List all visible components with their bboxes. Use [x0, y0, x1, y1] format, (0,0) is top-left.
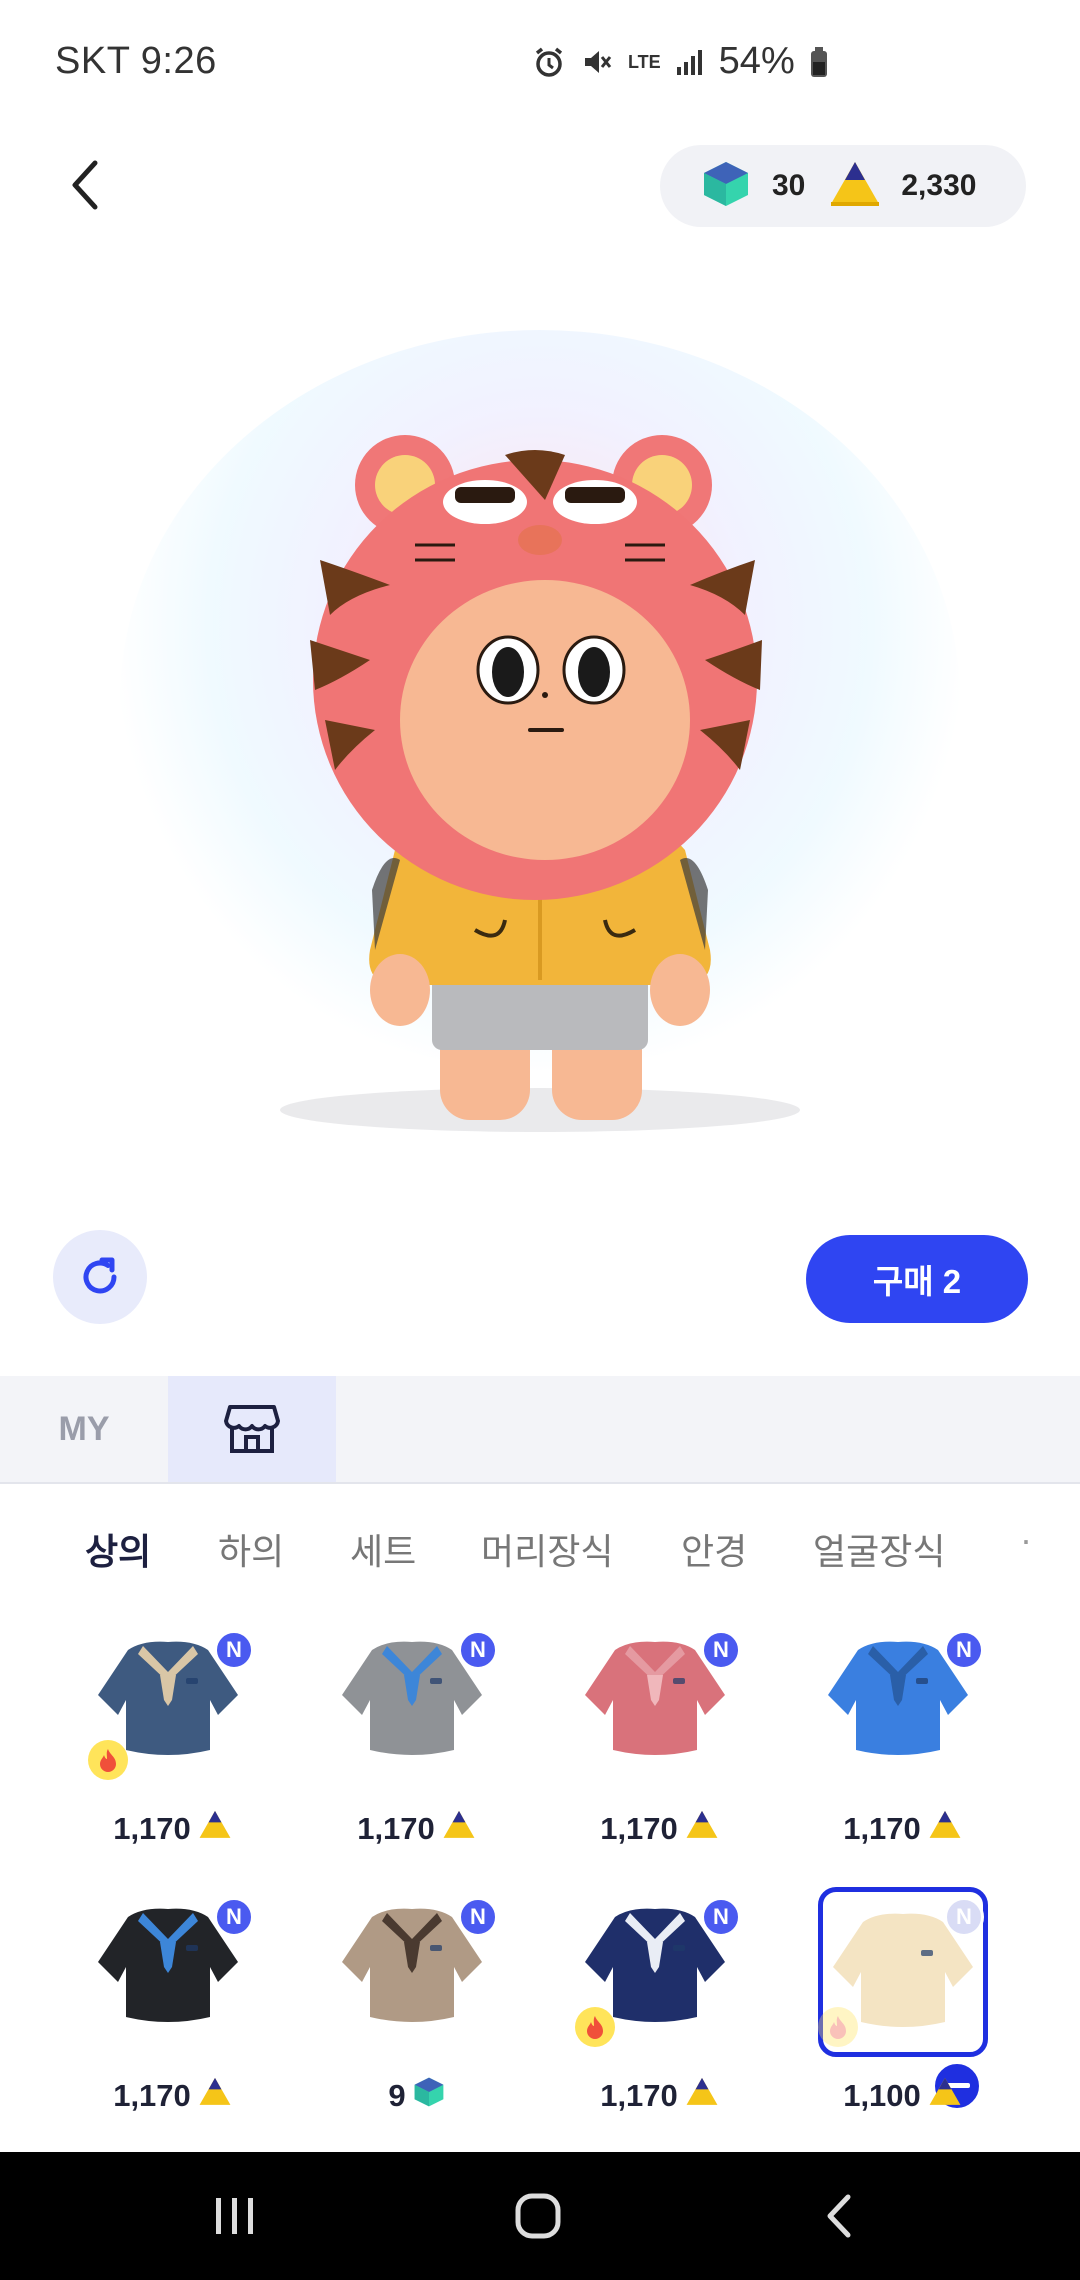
category-tab-face-accessory[interactable]: 얼굴장식: [813, 1523, 945, 1575]
price-value: 1,170: [600, 1811, 678, 1846]
item-price: 1,170: [818, 1808, 988, 1850]
category-tab-bottom[interactable]: 하의: [218, 1523, 284, 1575]
buy-button[interactable]: 구매 2: [806, 1235, 1028, 1323]
shop-item[interactable]: N 1,100: [818, 1887, 988, 2117]
alarm-icon: [532, 45, 566, 79]
category-overflow-indicator: ·: [1020, 1519, 1032, 1560]
battery-text: 54%: [718, 40, 795, 82]
back-nav-icon: [827, 2194, 851, 2238]
item-price: 1,170: [88, 2075, 258, 2117]
tab-my[interactable]: MY: [0, 1376, 168, 1482]
category-tab-glasses[interactable]: 안경: [681, 1523, 747, 1575]
coin-icon: [827, 158, 883, 215]
coin-icon: [927, 2075, 963, 2117]
signal-icon: [675, 47, 705, 77]
fire-icon: [88, 1740, 128, 1780]
price-value: 1,170: [357, 1811, 435, 1846]
new-badge: N: [458, 1897, 498, 1937]
refresh-icon: [83, 1257, 117, 1294]
fire-icon: [575, 2007, 615, 2047]
recent-apps-button[interactable]: [175, 2182, 295, 2250]
coin-icon: [197, 2075, 233, 2117]
mute-icon: [580, 45, 614, 79]
item-price: 1,170: [332, 1808, 502, 1850]
back-nav-button[interactable]: [780, 2182, 900, 2250]
reset-button[interactable]: [53, 1230, 147, 1324]
shop-icon: [224, 1405, 280, 1453]
category-tabs: 상의 하의 세트 머리장식 안경 얼굴장식 ·: [0, 1505, 1080, 1585]
new-badge: N: [944, 1630, 984, 1670]
wallet-pill[interactable]: 30 2,330: [660, 145, 1026, 227]
battery-icon: [809, 46, 829, 78]
item-price: 1,170: [575, 1808, 745, 1850]
coin-icon: [684, 1808, 720, 1850]
coin-count: 2,330: [901, 169, 977, 202]
home-icon: [515, 2193, 561, 2239]
price-value: 1,170: [600, 2078, 678, 2113]
system-nav-bar: [0, 2152, 1080, 2280]
gem-icon: [412, 2075, 446, 2117]
status-carrier-time: SKT 9:26: [55, 40, 217, 82]
shop-item[interactable]: N 1,170: [88, 1620, 258, 1850]
coin-icon: [684, 2075, 720, 2117]
gem-count: 30: [772, 169, 806, 202]
shop-item[interactable]: N 1,170: [88, 1887, 258, 2117]
new-badge: N: [701, 1897, 741, 1937]
category-tab-set[interactable]: 세트: [350, 1523, 416, 1575]
chevron-left-icon: [72, 160, 98, 210]
status-icons: LTE 54%: [532, 40, 829, 83]
category-tab-top[interactable]: 상의: [85, 1523, 151, 1575]
item-price: 1,170: [88, 1808, 258, 1850]
recent-apps-icon: [216, 2198, 253, 2234]
item-price: 1,170: [575, 2075, 745, 2117]
home-button[interactable]: [478, 2182, 598, 2250]
new-badge: N: [214, 1897, 254, 1937]
back-button[interactable]: [50, 145, 120, 225]
fire-icon: [818, 2007, 858, 2047]
status-bar: SKT 9:26 LTE 54%: [0, 0, 1080, 130]
new-badge: N: [458, 1630, 498, 1670]
price-value: 1,170: [843, 1811, 921, 1846]
new-badge: N: [944, 1897, 984, 1937]
gem-icon: [700, 158, 752, 215]
category-tab-hair-accessory[interactable]: 머리장식: [481, 1523, 613, 1575]
price-value: 1,170: [113, 1811, 191, 1846]
coin-icon: [441, 1808, 477, 1850]
avatar-figure: [280, 435, 800, 1132]
item-price: 9: [332, 2075, 502, 2117]
coin-icon: [927, 1808, 963, 1850]
shop-item[interactable]: N 1,170: [332, 1620, 502, 1850]
item-grid: N 1,170 N 1,170 N 1,170 N 1,170 N 1,170 N 9 N 1,170 N 1…: [0, 1620, 1080, 2150]
new-badge: N: [701, 1630, 741, 1670]
avatar-stage[interactable]: [0, 250, 1080, 1150]
new-badge: N: [214, 1630, 254, 1670]
shop-item[interactable]: N9: [332, 1887, 502, 2117]
shop-item[interactable]: N 1,170: [818, 1620, 988, 1850]
price-value: 1,100: [843, 2078, 921, 2113]
shop-item[interactable]: N 1,170: [575, 1620, 745, 1850]
mode-tab-bar: MY: [0, 1376, 1080, 1484]
shop-item[interactable]: N 1,170: [575, 1887, 745, 2117]
coin-icon: [197, 1808, 233, 1850]
tab-shop[interactable]: [168, 1376, 336, 1482]
price-value: 9: [388, 2078, 406, 2113]
item-price: 1,100: [818, 2075, 988, 2117]
price-value: 1,170: [113, 2078, 191, 2113]
lte-icon: LTE: [628, 51, 661, 72]
